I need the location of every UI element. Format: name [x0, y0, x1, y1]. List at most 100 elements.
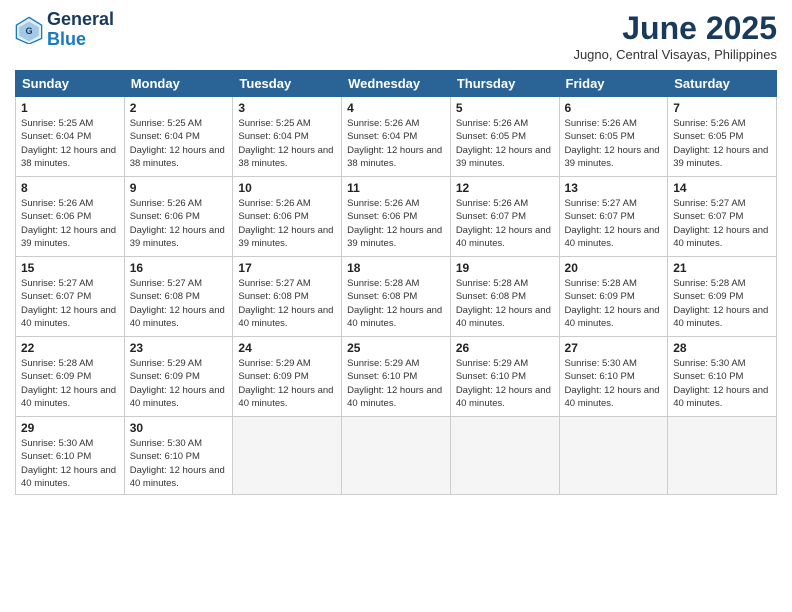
header-thursday: Thursday: [450, 71, 559, 97]
day-info: Sunrise: 5:27 AMSunset: 6:08 PMDaylight:…: [238, 277, 336, 330]
calendar-header-row: Sunday Monday Tuesday Wednesday Thursday…: [16, 71, 777, 97]
header: G General Blue June 2025 Jugno, Central …: [15, 10, 777, 62]
page: G General Blue June 2025 Jugno, Central …: [0, 0, 792, 612]
day-info: Sunrise: 5:29 AMSunset: 6:09 PMDaylight:…: [238, 357, 336, 410]
day-number: 22: [21, 341, 119, 355]
table-row: 11 Sunrise: 5:26 AMSunset: 6:06 PMDayligh…: [342, 177, 451, 257]
day-info: Sunrise: 5:30 AMSunset: 6:10 PMDaylight:…: [565, 357, 663, 410]
table-row: [559, 417, 668, 495]
table-row: 9 Sunrise: 5:26 AMSunset: 6:06 PMDaylight…: [124, 177, 233, 257]
table-row: [668, 417, 777, 495]
day-number: 30: [130, 421, 228, 435]
table-row: 12 Sunrise: 5:26 AMSunset: 6:07 PMDayligh…: [450, 177, 559, 257]
table-row: 7 Sunrise: 5:26 AMSunset: 6:05 PMDaylight…: [668, 97, 777, 177]
day-number: 10: [238, 181, 336, 195]
day-info: Sunrise: 5:25 AMSunset: 6:04 PMDaylight:…: [238, 117, 336, 170]
day-number: 9: [130, 181, 228, 195]
table-row: 28 Sunrise: 5:30 AMSunset: 6:10 PMDayligh…: [668, 337, 777, 417]
table-row: 1 Sunrise: 5:25 AMSunset: 6:04 PMDaylight…: [16, 97, 125, 177]
day-info: Sunrise: 5:26 AMSunset: 6:07 PMDaylight:…: [456, 197, 554, 250]
day-info: Sunrise: 5:26 AMSunset: 6:06 PMDaylight:…: [238, 197, 336, 250]
table-row: 22 Sunrise: 5:28 AMSunset: 6:09 PMDayligh…: [16, 337, 125, 417]
table-row: 16 Sunrise: 5:27 AMSunset: 6:08 PMDayligh…: [124, 257, 233, 337]
day-number: 25: [347, 341, 445, 355]
table-row: 21 Sunrise: 5:28 AMSunset: 6:09 PMDayligh…: [668, 257, 777, 337]
day-number: 27: [565, 341, 663, 355]
day-number: 14: [673, 181, 771, 195]
day-info: Sunrise: 5:28 AMSunset: 6:09 PMDaylight:…: [21, 357, 119, 410]
day-info: Sunrise: 5:27 AMSunset: 6:07 PMDaylight:…: [565, 197, 663, 250]
table-row: 25 Sunrise: 5:29 AMSunset: 6:10 PMDayligh…: [342, 337, 451, 417]
logo: G General Blue: [15, 10, 114, 50]
day-number: 28: [673, 341, 771, 355]
day-info: Sunrise: 5:26 AMSunset: 6:05 PMDaylight:…: [673, 117, 771, 170]
day-info: Sunrise: 5:26 AMSunset: 6:05 PMDaylight:…: [565, 117, 663, 170]
day-number: 17: [238, 261, 336, 275]
table-row: [233, 417, 342, 495]
header-sunday: Sunday: [16, 71, 125, 97]
table-row: 5Sunrise: 5:26 AMSunset: 6:05 PMDaylight…: [450, 97, 559, 177]
day-number: 7: [673, 101, 771, 115]
day-info: Sunrise: 5:29 AMSunset: 6:10 PMDaylight:…: [456, 357, 554, 410]
day-number: 13: [565, 181, 663, 195]
title-section: June 2025 Jugno, Central Visayas, Philip…: [573, 10, 777, 62]
day-info: Sunrise: 5:26 AMSunset: 6:06 PMDaylight:…: [130, 197, 228, 250]
day-number: 1: [21, 101, 119, 115]
table-row: 2Sunrise: 5:25 AMSunset: 6:04 PMDaylight…: [124, 97, 233, 177]
table-row: 19Sunrise: 5:28 AMSunset: 6:08 PMDayligh…: [450, 257, 559, 337]
day-info: Sunrise: 5:30 AMSunset: 6:10 PMDaylight:…: [673, 357, 771, 410]
day-info: Sunrise: 5:27 AMSunset: 6:07 PMDaylight:…: [21, 277, 119, 330]
table-row: [450, 417, 559, 495]
day-number: 8: [21, 181, 119, 195]
day-number: 3: [238, 101, 336, 115]
day-number: 11: [347, 181, 445, 195]
header-monday: Monday: [124, 71, 233, 97]
table-row: 10 Sunrise: 5:26 AMSunset: 6:06 PMDayligh…: [233, 177, 342, 257]
day-number: 26: [456, 341, 554, 355]
logo-text: General Blue: [47, 10, 114, 50]
day-info: Sunrise: 5:25 AMSunset: 6:04 PMDaylight:…: [130, 117, 228, 170]
table-row: 27 Sunrise: 5:30 AMSunset: 6:10 PMDayligh…: [559, 337, 668, 417]
day-number: 19: [456, 261, 554, 275]
day-info: Sunrise: 5:28 AMSunset: 6:08 PMDaylight:…: [347, 277, 445, 330]
day-number: 12: [456, 181, 554, 195]
table-row: 14 Sunrise: 5:27 AMSunset: 6:07 PMDayligh…: [668, 177, 777, 257]
day-info: Sunrise: 5:29 AMSunset: 6:09 PMDaylight:…: [130, 357, 228, 410]
day-number: 16: [130, 261, 228, 275]
table-row: 26 Sunrise: 5:29 AMSunset: 6:10 PMDayligh…: [450, 337, 559, 417]
day-info: Sunrise: 5:29 AMSunset: 6:10 PMDaylight:…: [347, 357, 445, 410]
header-saturday: Saturday: [668, 71, 777, 97]
day-number: 29: [21, 421, 119, 435]
table-row: 13 Sunrise: 5:27 AMSunset: 6:07 PMDayligh…: [559, 177, 668, 257]
day-number: 24: [238, 341, 336, 355]
day-info: Sunrise: 5:25 AMSunset: 6:04 PMDaylight:…: [21, 117, 119, 170]
day-info: Sunrise: 5:28 AMSunset: 6:09 PMDaylight:…: [673, 277, 771, 330]
location: Jugno, Central Visayas, Philippines: [573, 47, 777, 62]
svg-text:G: G: [25, 26, 32, 36]
table-row: 23Sunrise: 5:29 AMSunset: 6:09 PMDayligh…: [124, 337, 233, 417]
calendar: Sunday Monday Tuesday Wednesday Thursday…: [15, 70, 777, 495]
header-friday: Friday: [559, 71, 668, 97]
day-number: 21: [673, 261, 771, 275]
day-info: Sunrise: 5:27 AMSunset: 6:07 PMDaylight:…: [673, 197, 771, 250]
table-row: 30 Sunrise: 5:30 AMSunset: 6:10 PMDayligh…: [124, 417, 233, 495]
table-row: 3 Sunrise: 5:25 AMSunset: 6:04 PMDaylight…: [233, 97, 342, 177]
table-row: [342, 417, 451, 495]
day-info: Sunrise: 5:28 AMSunset: 6:09 PMDaylight:…: [565, 277, 663, 330]
day-info: Sunrise: 5:26 AMSunset: 6:06 PMDaylight:…: [21, 197, 119, 250]
table-row: 15Sunrise: 5:27 AMSunset: 6:07 PMDayligh…: [16, 257, 125, 337]
day-number: 6: [565, 101, 663, 115]
day-number: 20: [565, 261, 663, 275]
table-row: 20 Sunrise: 5:28 AMSunset: 6:09 PMDayligh…: [559, 257, 668, 337]
header-tuesday: Tuesday: [233, 71, 342, 97]
table-row: 17 Sunrise: 5:27 AMSunset: 6:08 PMDayligh…: [233, 257, 342, 337]
day-info: Sunrise: 5:27 AMSunset: 6:08 PMDaylight:…: [130, 277, 228, 330]
day-number: 18: [347, 261, 445, 275]
table-row: 6 Sunrise: 5:26 AMSunset: 6:05 PMDaylight…: [559, 97, 668, 177]
day-info: Sunrise: 5:30 AMSunset: 6:10 PMDaylight:…: [130, 437, 228, 490]
table-row: 4Sunrise: 5:26 AMSunset: 6:04 PMDaylight…: [342, 97, 451, 177]
day-number: 5: [456, 101, 554, 115]
day-number: 4: [347, 101, 445, 115]
day-info: Sunrise: 5:26 AMSunset: 6:06 PMDaylight:…: [347, 197, 445, 250]
table-row: 29Sunrise: 5:30 AMSunset: 6:10 PMDayligh…: [16, 417, 125, 495]
